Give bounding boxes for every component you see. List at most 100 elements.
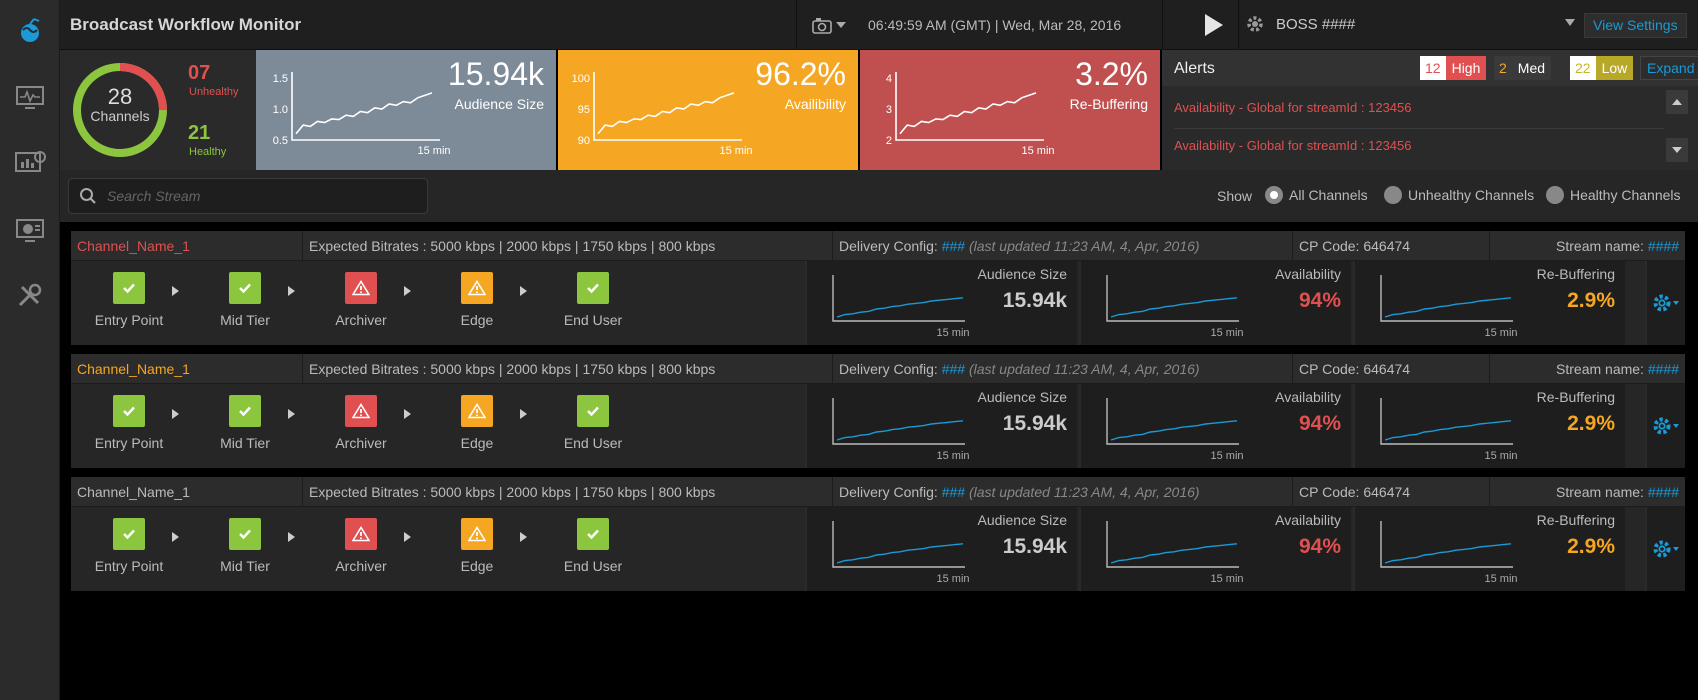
radio-unhealthy-channels[interactable]: Unhealthy Channels: [1384, 186, 1534, 204]
chevron-right-icon: [404, 409, 411, 419]
metric-availability[interactable]: 15 min Availability 94%: [1079, 507, 1351, 591]
info-divider: [302, 231, 303, 261]
stage-label: End User: [563, 312, 623, 328]
stage-entry-point[interactable]: Entry Point: [84, 518, 174, 574]
chevron-down-icon: [836, 22, 846, 28]
globe-icon[interactable]: [0, 6, 60, 56]
stage-mid-tier[interactable]: Mid Tier: [200, 272, 290, 328]
y-tick-label: 1.0: [273, 104, 288, 116]
tools-icon[interactable]: [0, 270, 60, 320]
delivery-config-link[interactable]: ###: [942, 361, 965, 377]
stream-name-label: Stream name:: [1556, 361, 1648, 377]
kpi-value: 3.2%: [1075, 56, 1148, 92]
alert-badge-med[interactable]: 2 Med: [1494, 56, 1552, 80]
kpi-rebuffering[interactable]: 4 3 2 15 min 3.2% Re-Buffering: [860, 50, 1160, 170]
expected-bitrates: Expected Bitrates : 5000 kbps | 2000 kbp…: [309, 484, 716, 500]
stage-mid-tier[interactable]: Mid Tier: [200, 518, 290, 574]
metric-availability[interactable]: 15 min Availability 94%: [1079, 261, 1351, 345]
stage-label: Mid Tier: [220, 435, 270, 451]
search-input[interactable]: [107, 185, 417, 207]
stage-edge[interactable]: Edge: [432, 272, 522, 328]
alert-item[interactable]: Availability - Global for streamId : 123…: [1174, 100, 1412, 115]
search-box: [68, 178, 428, 214]
monitor-icon[interactable]: [0, 72, 60, 122]
scroll-down-button[interactable]: [1666, 138, 1688, 162]
stage-entry-point[interactable]: Entry Point: [84, 395, 174, 451]
stage-mid-tier[interactable]: Mid Tier: [200, 395, 290, 451]
delivery-label: Delivery Config:: [839, 361, 942, 377]
cp-code: CP Code: 646474: [1299, 484, 1411, 500]
channel-name[interactable]: Channel_Name_1: [77, 361, 190, 377]
check-icon: [577, 518, 609, 550]
metric-label: Availability: [1275, 266, 1341, 282]
camera-menu-button[interactable]: [812, 13, 856, 37]
warning-icon: [461, 272, 493, 304]
search-icon: [80, 188, 96, 204]
trend-line: [295, 92, 433, 135]
metric-audience-size[interactable]: 15 min Audience Size 15.94k: [805, 384, 1077, 468]
alert-badge-low[interactable]: 22 Low: [1570, 56, 1634, 80]
dashboard-icon[interactable]: [0, 205, 60, 255]
trend-line: [1384, 420, 1512, 441]
stage-entry-point[interactable]: Entry Point: [84, 272, 174, 328]
stream-name-link[interactable]: ####: [1648, 361, 1679, 377]
delivery-updated: (last updated 11:23 AM, 4, Apr, 2016): [965, 361, 1200, 377]
delivery-updated: (last updated 11:23 AM, 4, Apr, 2016): [965, 238, 1200, 254]
channel-name[interactable]: Channel_Name_1: [77, 484, 190, 500]
stream-name-link[interactable]: ####: [1648, 484, 1679, 500]
stage-end-user[interactable]: End User: [548, 272, 638, 328]
expand-alerts-button[interactable]: Expand Alerts: [1640, 56, 1698, 80]
x-axis-label: 15 min: [417, 145, 450, 157]
unhealthy-count: 07: [188, 62, 211, 84]
stage-label: Mid Tier: [220, 312, 270, 328]
metric-re-buffering[interactable]: 15 min Re-Buffering 2.9%: [1353, 507, 1625, 591]
stream-name-link[interactable]: ####: [1648, 238, 1679, 254]
channel-settings-button[interactable]: [1645, 507, 1685, 591]
metric-re-buffering[interactable]: 15 min Re-Buffering 2.9%: [1353, 384, 1625, 468]
stage-archiver[interactable]: Archiver: [316, 518, 406, 574]
metric-label: Availability: [1275, 512, 1341, 528]
stage-edge[interactable]: Edge: [432, 518, 522, 574]
analytics-icon[interactable]: [0, 138, 60, 188]
stage-label: Entry Point: [94, 558, 164, 574]
scroll-up-button[interactable]: [1666, 90, 1688, 114]
metric-audience-size[interactable]: 15 min Audience Size 15.94k: [805, 261, 1077, 345]
channel-name[interactable]: Channel_Name_1: [77, 238, 190, 254]
delivery-config-link[interactable]: ###: [942, 238, 965, 254]
delivery-config-link[interactable]: ###: [942, 484, 965, 500]
radio-healthy-channels[interactable]: Healthy Channels: [1546, 186, 1681, 204]
chevron-down-icon[interactable]: [1565, 19, 1575, 26]
x-axis-label: 15 min: [1210, 450, 1243, 462]
trend-line: [597, 92, 735, 135]
alert-high-label: High: [1445, 56, 1487, 80]
kpi-audience-size[interactable]: 1.5 1.0 0.5 15 min 15.94k Audience Size: [256, 50, 556, 170]
chevron-right-icon: [288, 286, 295, 296]
profile-select[interactable]: BOSS ####: [1276, 16, 1355, 33]
channel-card: Channel_Name_1 Expected Bitrates : 5000 …: [71, 477, 1685, 591]
metric-availability[interactable]: 15 min Availability 94%: [1079, 384, 1351, 468]
expected-bitrates: Expected Bitrates : 5000 kbps | 2000 kbp…: [309, 238, 716, 254]
stage-end-user[interactable]: End User: [548, 395, 638, 451]
info-divider: [832, 354, 833, 384]
delivery-config: Delivery Config: ### (last updated 11:23…: [839, 361, 1200, 377]
header-divider: [796, 0, 797, 50]
kpi-availability[interactable]: 100 95 90 15 min 96.2% Availibility: [558, 50, 858, 170]
alert-item[interactable]: Availability - Global for streamId : 123…: [1174, 138, 1412, 153]
radio-all-channels[interactable]: All Channels: [1265, 186, 1368, 204]
radio-label: Unhealthy Channels: [1408, 187, 1535, 203]
alert-badge-high[interactable]: 12 High: [1420, 56, 1487, 80]
check-icon: [113, 518, 145, 550]
stage-end-user[interactable]: End User: [548, 518, 638, 574]
metric-audience-size[interactable]: 15 min Audience Size 15.94k: [805, 507, 1077, 591]
view-settings-button[interactable]: View Settings: [1584, 13, 1687, 38]
play-button[interactable]: [1194, 8, 1234, 42]
check-icon: [113, 395, 145, 427]
stage-archiver[interactable]: Archiver: [316, 272, 406, 328]
stage-label: Edge: [460, 312, 494, 328]
stage-archiver[interactable]: Archiver: [316, 395, 406, 451]
metric-re-buffering[interactable]: 15 min Re-Buffering 2.9%: [1353, 261, 1625, 345]
kpi-value: 96.2%: [755, 56, 846, 92]
channel-settings-button[interactable]: [1645, 384, 1685, 468]
channel-settings-button[interactable]: [1645, 261, 1685, 345]
stage-edge[interactable]: Edge: [432, 395, 522, 451]
